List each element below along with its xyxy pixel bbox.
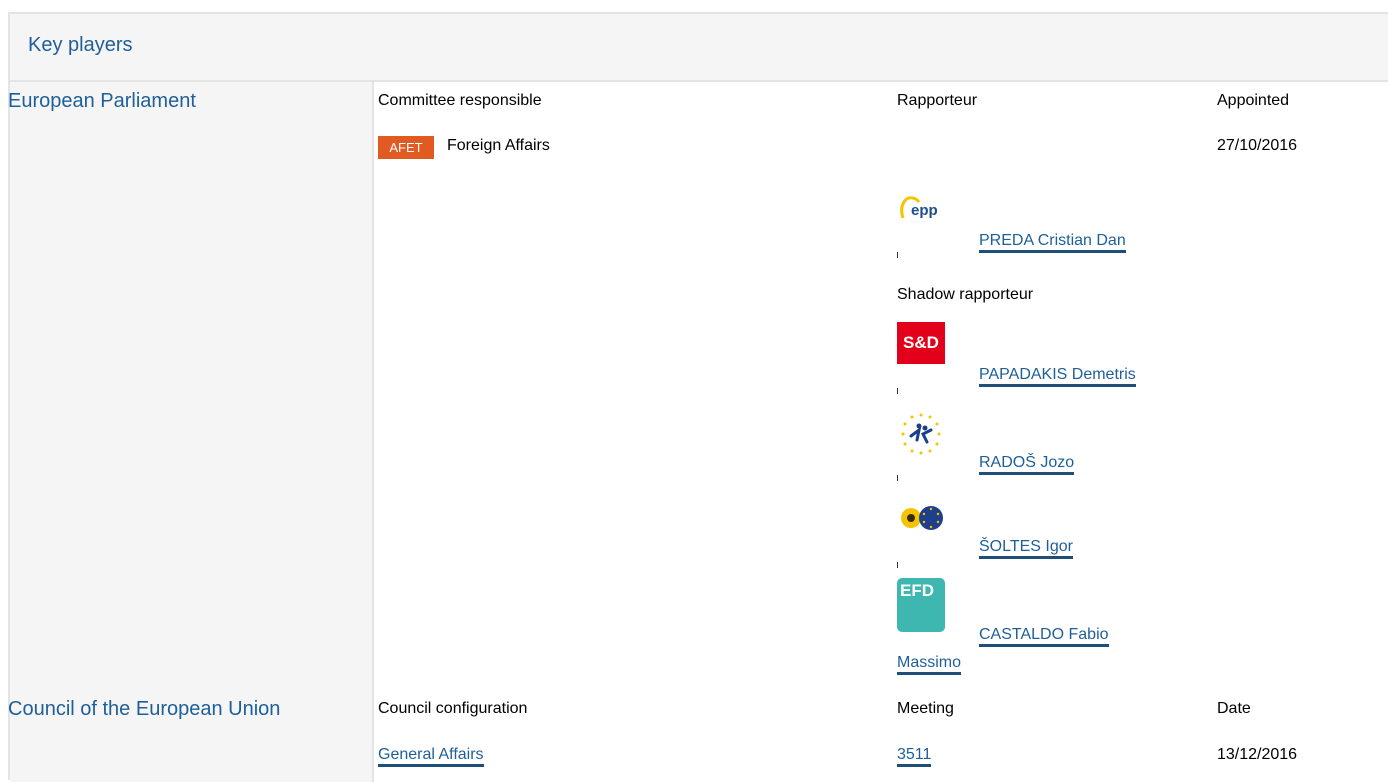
appointed-date: 27/10/2016 (1217, 137, 1298, 154)
svg-text:. . . . . . . . .: . . . . . . . . . (911, 219, 925, 223)
committee-responsible-header: Committee responsible (378, 92, 542, 109)
logo-tick (897, 562, 898, 568)
committee-badge-afet[interactable]: AFET (378, 136, 434, 159)
shadow-link-papadakis[interactable]: PAPADAKIS Demetris (979, 366, 1136, 387)
institution-european-parliament: European Parliament (8, 90, 196, 112)
institution-council: Council of the European Union (8, 698, 281, 720)
logo-tick (897, 475, 898, 481)
shadow-link-castaldo-line2[interactable]: Massimo (897, 654, 962, 675)
greens-logo-icon (897, 498, 945, 540)
meeting-link[interactable]: 3511 (897, 746, 932, 767)
sd-logo-icon: S&D (897, 322, 945, 364)
efdd-logo-text: EFD (900, 581, 934, 600)
panel-header: Key players (10, 14, 1388, 82)
appointed-header: Appointed (1217, 92, 1290, 109)
council-configuration-header: Council configuration (378, 700, 528, 717)
council-configuration-link[interactable]: General Affairs (378, 746, 484, 767)
institution-column (10, 82, 374, 782)
logo-tick (897, 388, 898, 394)
efdd-logo-icon: EFD (897, 578, 945, 632)
alde-logo-icon (897, 410, 945, 455)
key-players-panel: Key players (8, 12, 1388, 782)
epp-logo-icon: epp . . . . . . . . . (897, 188, 945, 230)
meeting-header: Meeting (897, 700, 954, 717)
shadow-rapporteur-label: Shadow rapporteur (897, 286, 1034, 303)
rapporteur-link-preda[interactable]: PREDA Cristian Dan (979, 232, 1126, 253)
shadow-link-rados[interactable]: RADOŠ Jozo (979, 454, 1075, 475)
shadow-link-castaldo[interactable]: CASTALDO Fabio (979, 626, 1109, 647)
logo-tick (897, 252, 898, 258)
meeting-date: 13/12/2016 (1217, 746, 1298, 763)
rapporteur-header: Rapporteur (897, 92, 978, 109)
epp-logo-text: epp (911, 202, 938, 219)
shadow-link-soltes[interactable]: ŠOLTES Igor (979, 538, 1073, 559)
panel-title: Key players (28, 34, 133, 56)
date-header: Date (1217, 700, 1251, 717)
committee-name: Foreign Affairs (447, 137, 550, 154)
